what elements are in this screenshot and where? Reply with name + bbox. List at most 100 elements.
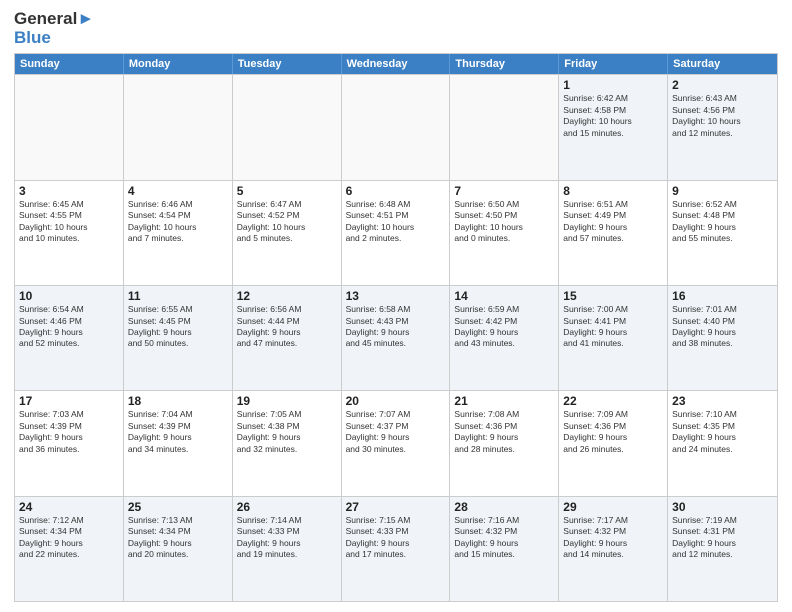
day-number: 7 — [454, 184, 554, 198]
calendar-cell: 3Sunrise: 6:45 AM Sunset: 4:55 PM Daylig… — [15, 181, 124, 285]
calendar-cell: 2Sunrise: 6:43 AM Sunset: 4:56 PM Daylig… — [668, 75, 777, 179]
day-info: Sunrise: 7:01 AM Sunset: 4:40 PM Dayligh… — [672, 304, 773, 350]
calendar-cell: 19Sunrise: 7:05 AM Sunset: 4:38 PM Dayli… — [233, 391, 342, 495]
day-number: 6 — [346, 184, 446, 198]
day-number: 22 — [563, 394, 663, 408]
day-info: Sunrise: 7:00 AM Sunset: 4:41 PM Dayligh… — [563, 304, 663, 350]
day-number: 12 — [237, 289, 337, 303]
weekday-header: Friday — [559, 54, 668, 74]
calendar-body: 1Sunrise: 6:42 AM Sunset: 4:58 PM Daylig… — [15, 74, 777, 601]
calendar-row: 10Sunrise: 6:54 AM Sunset: 4:46 PM Dayli… — [15, 285, 777, 390]
calendar-cell: 4Sunrise: 6:46 AM Sunset: 4:54 PM Daylig… — [124, 181, 233, 285]
day-info: Sunrise: 6:50 AM Sunset: 4:50 PM Dayligh… — [454, 199, 554, 245]
calendar-cell: 12Sunrise: 6:56 AM Sunset: 4:44 PM Dayli… — [233, 286, 342, 390]
day-number: 16 — [672, 289, 773, 303]
day-info: Sunrise: 6:51 AM Sunset: 4:49 PM Dayligh… — [563, 199, 663, 245]
day-number: 5 — [237, 184, 337, 198]
calendar-cell: 28Sunrise: 7:16 AM Sunset: 4:32 PM Dayli… — [450, 497, 559, 601]
day-number: 3 — [19, 184, 119, 198]
day-number: 13 — [346, 289, 446, 303]
page-header: General► Blue — [14, 10, 778, 47]
calendar-cell: 26Sunrise: 7:14 AM Sunset: 4:33 PM Dayli… — [233, 497, 342, 601]
calendar-cell: 6Sunrise: 6:48 AM Sunset: 4:51 PM Daylig… — [342, 181, 451, 285]
day-number: 21 — [454, 394, 554, 408]
calendar-cell: 16Sunrise: 7:01 AM Sunset: 4:40 PM Dayli… — [668, 286, 777, 390]
day-info: Sunrise: 6:54 AM Sunset: 4:46 PM Dayligh… — [19, 304, 119, 350]
day-number: 28 — [454, 500, 554, 514]
day-info: Sunrise: 7:08 AM Sunset: 4:36 PM Dayligh… — [454, 409, 554, 455]
calendar-cell — [233, 75, 342, 179]
day-number: 8 — [563, 184, 663, 198]
day-number: 27 — [346, 500, 446, 514]
calendar-cell: 8Sunrise: 6:51 AM Sunset: 4:49 PM Daylig… — [559, 181, 668, 285]
day-info: Sunrise: 6:56 AM Sunset: 4:44 PM Dayligh… — [237, 304, 337, 350]
day-number: 15 — [563, 289, 663, 303]
calendar-cell: 11Sunrise: 6:55 AM Sunset: 4:45 PM Dayli… — [124, 286, 233, 390]
day-number: 14 — [454, 289, 554, 303]
weekday-header: Tuesday — [233, 54, 342, 74]
day-info: Sunrise: 7:04 AM Sunset: 4:39 PM Dayligh… — [128, 409, 228, 455]
day-info: Sunrise: 6:45 AM Sunset: 4:55 PM Dayligh… — [19, 199, 119, 245]
day-info: Sunrise: 7:12 AM Sunset: 4:34 PM Dayligh… — [19, 515, 119, 561]
calendar-cell: 30Sunrise: 7:19 AM Sunset: 4:31 PM Dayli… — [668, 497, 777, 601]
day-number: 30 — [672, 500, 773, 514]
calendar-cell — [124, 75, 233, 179]
calendar-cell: 20Sunrise: 7:07 AM Sunset: 4:37 PM Dayli… — [342, 391, 451, 495]
calendar-cell: 15Sunrise: 7:00 AM Sunset: 4:41 PM Dayli… — [559, 286, 668, 390]
calendar-cell — [342, 75, 451, 179]
day-number: 19 — [237, 394, 337, 408]
day-info: Sunrise: 6:43 AM Sunset: 4:56 PM Dayligh… — [672, 93, 773, 139]
calendar-cell: 25Sunrise: 7:13 AM Sunset: 4:34 PM Dayli… — [124, 497, 233, 601]
calendar-row: 17Sunrise: 7:03 AM Sunset: 4:39 PM Dayli… — [15, 390, 777, 495]
calendar-cell: 27Sunrise: 7:15 AM Sunset: 4:33 PM Dayli… — [342, 497, 451, 601]
day-number: 17 — [19, 394, 119, 408]
calendar: SundayMondayTuesdayWednesdayThursdayFrid… — [14, 53, 778, 602]
day-info: Sunrise: 7:16 AM Sunset: 4:32 PM Dayligh… — [454, 515, 554, 561]
day-info: Sunrise: 6:58 AM Sunset: 4:43 PM Dayligh… — [346, 304, 446, 350]
day-number: 24 — [19, 500, 119, 514]
calendar-cell — [15, 75, 124, 179]
weekday-header: Monday — [124, 54, 233, 74]
calendar-cell: 17Sunrise: 7:03 AM Sunset: 4:39 PM Dayli… — [15, 391, 124, 495]
day-number: 9 — [672, 184, 773, 198]
weekday-header: Saturday — [668, 54, 777, 74]
calendar-cell: 7Sunrise: 6:50 AM Sunset: 4:50 PM Daylig… — [450, 181, 559, 285]
day-number: 1 — [563, 78, 663, 92]
weekday-header: Wednesday — [342, 54, 451, 74]
day-number: 23 — [672, 394, 773, 408]
calendar-cell: 18Sunrise: 7:04 AM Sunset: 4:39 PM Dayli… — [124, 391, 233, 495]
day-info: Sunrise: 6:47 AM Sunset: 4:52 PM Dayligh… — [237, 199, 337, 245]
weekday-header: Thursday — [450, 54, 559, 74]
calendar-header: SundayMondayTuesdayWednesdayThursdayFrid… — [15, 54, 777, 74]
logo-text2: Blue — [14, 29, 94, 48]
calendar-cell: 10Sunrise: 6:54 AM Sunset: 4:46 PM Dayli… — [15, 286, 124, 390]
day-number: 25 — [128, 500, 228, 514]
day-info: Sunrise: 6:46 AM Sunset: 4:54 PM Dayligh… — [128, 199, 228, 245]
calendar-cell: 22Sunrise: 7:09 AM Sunset: 4:36 PM Dayli… — [559, 391, 668, 495]
calendar-cell: 21Sunrise: 7:08 AM Sunset: 4:36 PM Dayli… — [450, 391, 559, 495]
calendar-cell: 24Sunrise: 7:12 AM Sunset: 4:34 PM Dayli… — [15, 497, 124, 601]
day-info: Sunrise: 6:52 AM Sunset: 4:48 PM Dayligh… — [672, 199, 773, 245]
day-number: 29 — [563, 500, 663, 514]
calendar-cell: 29Sunrise: 7:17 AM Sunset: 4:32 PM Dayli… — [559, 497, 668, 601]
day-number: 11 — [128, 289, 228, 303]
calendar-cell: 9Sunrise: 6:52 AM Sunset: 4:48 PM Daylig… — [668, 181, 777, 285]
day-info: Sunrise: 6:48 AM Sunset: 4:51 PM Dayligh… — [346, 199, 446, 245]
calendar-cell: 13Sunrise: 6:58 AM Sunset: 4:43 PM Dayli… — [342, 286, 451, 390]
logo: General► Blue — [14, 10, 94, 47]
weekday-header: Sunday — [15, 54, 124, 74]
day-info: Sunrise: 6:55 AM Sunset: 4:45 PM Dayligh… — [128, 304, 228, 350]
day-info: Sunrise: 7:14 AM Sunset: 4:33 PM Dayligh… — [237, 515, 337, 561]
day-number: 20 — [346, 394, 446, 408]
day-number: 4 — [128, 184, 228, 198]
day-info: Sunrise: 7:19 AM Sunset: 4:31 PM Dayligh… — [672, 515, 773, 561]
day-info: Sunrise: 7:05 AM Sunset: 4:38 PM Dayligh… — [237, 409, 337, 455]
calendar-cell: 23Sunrise: 7:10 AM Sunset: 4:35 PM Dayli… — [668, 391, 777, 495]
day-info: Sunrise: 7:10 AM Sunset: 4:35 PM Dayligh… — [672, 409, 773, 455]
day-info: Sunrise: 7:03 AM Sunset: 4:39 PM Dayligh… — [19, 409, 119, 455]
day-info: Sunrise: 7:07 AM Sunset: 4:37 PM Dayligh… — [346, 409, 446, 455]
day-number: 26 — [237, 500, 337, 514]
calendar-row: 24Sunrise: 7:12 AM Sunset: 4:34 PM Dayli… — [15, 496, 777, 601]
calendar-cell — [450, 75, 559, 179]
day-info: Sunrise: 7:15 AM Sunset: 4:33 PM Dayligh… — [346, 515, 446, 561]
